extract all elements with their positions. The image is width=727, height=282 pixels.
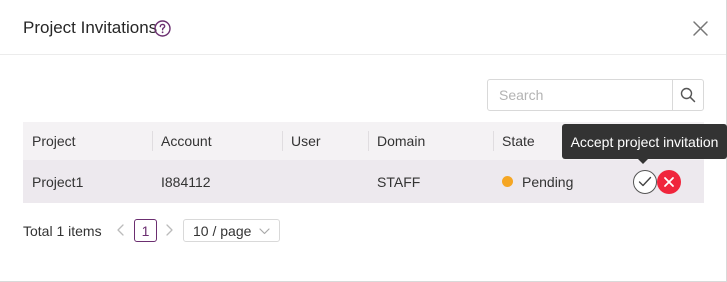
- table-row: Project1 I884112 STAFF Pending: [23, 160, 704, 203]
- cell-account: I884112: [161, 173, 211, 190]
- project-invitations-dialog: Project Invitations Project Account User…: [0, 0, 727, 282]
- column-header-project[interactable]: Project: [23, 122, 152, 160]
- page-size-value: 10 / page: [193, 222, 252, 239]
- accept-invitation-button[interactable]: [633, 170, 657, 194]
- column-header-state-label: State: [502, 133, 535, 149]
- status-label: Pending: [522, 173, 574, 190]
- total-items-label: Total 1 items: [23, 223, 102, 239]
- search-icon: [680, 87, 696, 103]
- cell-project: Project1: [32, 173, 84, 190]
- column-header-account-label: Account: [161, 133, 212, 149]
- close-icon[interactable]: [692, 20, 709, 37]
- cell-user: [282, 160, 368, 203]
- column-header-account[interactable]: Account: [152, 122, 282, 160]
- accept-tooltip: Accept project invitation: [562, 124, 727, 159]
- column-divider: [368, 131, 369, 151]
- column-divider: [152, 131, 153, 151]
- chevron-down-icon: [259, 228, 270, 235]
- x-icon: [664, 177, 674, 187]
- column-header-domain-label: Domain: [377, 133, 426, 149]
- tooltip-arrow: [637, 158, 649, 164]
- dialog-title: Project Invitations: [23, 18, 158, 37]
- column-header-user[interactable]: User: [282, 122, 368, 160]
- column-header-domain[interactable]: Domain: [368, 122, 493, 160]
- search-box: [487, 79, 704, 111]
- next-page-icon[interactable]: [162, 221, 176, 239]
- cell-domain: STAFF: [377, 173, 421, 190]
- reject-invitation-button[interactable]: [657, 170, 681, 194]
- status-dot: [502, 176, 513, 187]
- page-1-button[interactable]: 1: [134, 219, 157, 242]
- help-icon[interactable]: [154, 20, 171, 37]
- cell-state: Pending: [493, 160, 623, 203]
- page-size-select[interactable]: 10 / page: [183, 219, 280, 242]
- check-icon: [638, 176, 652, 187]
- search-button[interactable]: [672, 80, 703, 110]
- dialog-header: Project Invitations: [0, 0, 726, 55]
- search-input[interactable]: [488, 80, 673, 110]
- column-divider: [493, 131, 494, 151]
- column-header-user-label: User: [291, 133, 321, 149]
- column-divider: [282, 131, 283, 151]
- previous-page-icon[interactable]: [114, 221, 128, 239]
